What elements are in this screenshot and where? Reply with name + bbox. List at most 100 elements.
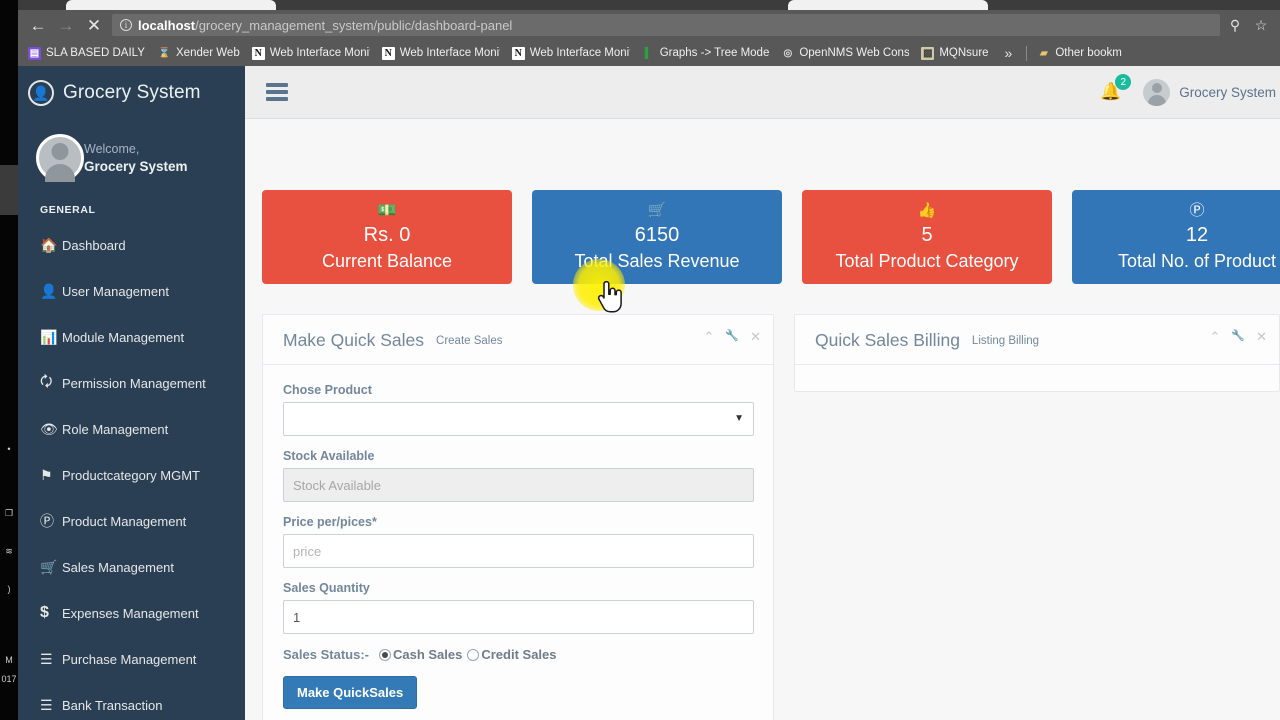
desktop-edge-line: ❐	[4, 508, 14, 518]
brand[interactable]: 👤 Grocery System	[18, 66, 245, 120]
bookmark-label: Web Interface Monit	[399, 47, 500, 59]
page-viewport: 👤 Grocery System Welcome, Grocery System	[18, 66, 1280, 720]
radio-cash-sales-label: Cash Sales	[392, 647, 463, 662]
browser-tab-strip	[18, 0, 1280, 10]
eye-icon: 👁	[40, 420, 58, 437]
panel-quick-sales-billing: Quick Sales Billing Listing Billing ⌃ 🔧 …	[794, 314, 1280, 392]
bookmark-item[interactable]: N Web Interface Monit	[506, 43, 636, 63]
panel-tools: ⌃ 🔧 ✕	[703, 329, 761, 345]
omnibox-actions: ⚲ ☆	[1222, 11, 1274, 39]
forward-icon[interactable]: →	[52, 11, 80, 39]
sidebar-item-label: Dashboard	[62, 237, 126, 253]
bookmarks-bar: ▤ SLA BASED DAILY FO ⌛ Xender Web N Web …	[18, 40, 1280, 66]
tile-value: 6150	[634, 223, 680, 246]
browser-tab-active[interactable]	[66, 0, 276, 10]
collapse-icon[interactable]: ⌃	[1209, 329, 1220, 345]
radio-cash-sales[interactable]: Cash Sales	[378, 647, 463, 662]
bookmark-item[interactable]: ▌ Graphs -> Tree Mode	[636, 43, 776, 63]
notifications-button[interactable]: 🔔 2	[1100, 74, 1132, 102]
bookmark-item[interactable]: ▤ SLA BASED DAILY FO	[22, 43, 152, 63]
sidebar-item-expenses-management[interactable]: $ Expenses Management	[18, 590, 245, 636]
screen: • ❐ ≋ ) M 017 ← → ✕ i localhost /grocery…	[0, 0, 1280, 720]
sales-quantity-input[interactable]: 1	[283, 600, 754, 634]
brand-title: Grocery System	[63, 82, 201, 103]
list-icon: ☰	[40, 650, 53, 667]
other-bookmarks-button[interactable]: ▰ Other bookm	[1031, 43, 1127, 63]
bookmark-label: Xender Web	[176, 47, 240, 59]
close-icon[interactable]: ✕	[1256, 329, 1267, 345]
bookmark-label: Web Interface Monit	[269, 47, 370, 59]
bookmark-label: OpenNMS Web Cons	[799, 47, 910, 59]
n-icon: N	[251, 46, 265, 60]
bookmark-item[interactable]: N Web Interface Monit	[376, 43, 506, 63]
tile-label: Current Balance	[321, 250, 453, 271]
bookmark-item[interactable]: ⌛ Xender Web	[152, 43, 246, 63]
sidebar-item-role-management[interactable]: 👁 Role Management	[18, 406, 245, 452]
sidebar-item-purchase-management[interactable]: ☰ Purchase Management	[18, 636, 245, 682]
sidebar-item-productcategory-mgmt[interactable]: ⚑ Productcategory MGMT	[18, 452, 245, 498]
topnav-right: 🔔 2 Grocery System	[1100, 74, 1280, 106]
close-icon[interactable]: ✕	[750, 329, 761, 345]
flag-icon: ⚑	[40, 466, 53, 483]
bookmark-label: SLA BASED DAILY FO	[46, 47, 146, 59]
stock-available-input: Stock Available	[283, 468, 754, 502]
back-icon[interactable]: ←	[24, 11, 52, 39]
star-icon[interactable]: ☆	[1248, 11, 1274, 39]
notification-badge: 2	[1115, 74, 1132, 90]
tile-total-sales-revenue[interactable]: 🛒 6150 Total Sales Revenue	[532, 190, 782, 284]
tile-total-no-of-product[interactable]: Ⓟ 12 Total No. of Product	[1072, 190, 1280, 284]
url-path: /grocery_management_system/public/dashbo…	[195, 17, 513, 33]
graph-icon: ▌	[644, 47, 652, 59]
bookmarks-overflow-icon[interactable]: »	[995, 45, 1023, 61]
bookmark-item[interactable]: ◎ OpenNMS Web Cons	[775, 43, 915, 63]
sidebar-item-bank-transaction[interactable]: ☰ Bank Transaction	[18, 682, 245, 720]
tile-total-product-category[interactable]: 👍 5 Total Product Category	[802, 190, 1052, 284]
top-navbar: 🔔 2 Grocery System	[245, 66, 1280, 119]
address-bar[interactable]: i localhost /grocery_management_system/p…	[112, 14, 1220, 36]
refresh-icon: 🗘	[40, 373, 53, 389]
sidebar-item-product-management[interactable]: Ⓟ Product Management	[18, 498, 245, 544]
desktop-edge-line: •	[7, 444, 11, 454]
sidebar-item-label: Productcategory MGMT	[62, 467, 200, 483]
sidebar-item-permission-management[interactable]: 🗘 Permission Management	[18, 360, 245, 406]
welcome-label: Welcome,	[84, 142, 140, 156]
site-info-icon[interactable]: i	[120, 19, 132, 31]
choose-product-select[interactable]: ▼	[283, 402, 754, 436]
avatar	[1143, 78, 1171, 106]
sidebar: 👤 Grocery System Welcome, Grocery System	[18, 66, 245, 720]
sidebar-item-label: Expenses Management	[62, 605, 199, 621]
bookmark-item[interactable]: ▩ MQNsure	[915, 43, 994, 63]
make-quicksales-button[interactable]: Make QuickSales	[283, 676, 418, 709]
browser-toolbar: ← → ✕ i localhost /grocery_management_sy…	[18, 10, 1280, 40]
browser-tab-other[interactable]	[788, 0, 988, 10]
panel-title: Make Quick Sales	[283, 330, 425, 350]
sidebar-profile: Welcome, Grocery System	[18, 120, 245, 194]
price-input[interactable]: price	[283, 534, 754, 568]
settings-icon[interactable]: 🔧	[1231, 329, 1245, 345]
tile-current-balance[interactable]: 💵 Rs. 0 Current Balance	[262, 190, 512, 284]
sidebar-item-user-management[interactable]: 👤 User Management	[18, 268, 245, 314]
hamburger-icon[interactable]	[266, 80, 288, 104]
search-icon[interactable]: ⚲	[1222, 11, 1248, 39]
settings-icon[interactable]: 🔧	[725, 329, 739, 345]
cart-icon: 🛒	[40, 558, 58, 575]
sidebar-item-label: Product Management	[62, 513, 187, 529]
sidebar-item-dashboard[interactable]: 🏠 Dashboard	[18, 222, 245, 268]
sidebar-item-module-management[interactable]: 📊 Module Management	[18, 314, 245, 360]
bookmark-item[interactable]: N Web Interface Monit	[246, 43, 376, 63]
user-name: Grocery System	[1179, 84, 1276, 100]
stop-icon[interactable]: ✕	[80, 11, 108, 39]
browser-window: ← → ✕ i localhost /grocery_management_sy…	[18, 0, 1280, 720]
panel-title: Quick Sales Billing	[815, 330, 960, 350]
choose-product-select-box[interactable]	[283, 402, 754, 436]
collapse-icon[interactable]: ⌃	[703, 329, 714, 345]
sidebar-item-label: Permission Management	[62, 375, 206, 391]
thumbs-up-icon: 👍	[917, 201, 937, 219]
n-icon: N	[511, 46, 525, 60]
tile-label: Total Sales Revenue	[574, 250, 740, 271]
panel-make-quick-sales: Make Quick Sales Create Sales ⌃ 🔧 ✕ Chos…	[262, 314, 774, 720]
dollar-icon: $	[40, 604, 49, 621]
user-menu[interactable]: Grocery System	[1143, 78, 1276, 106]
radio-credit-sales[interactable]: Credit Sales	[467, 647, 557, 662]
sidebar-item-sales-management[interactable]: 🛒 Sales Management	[18, 544, 245, 590]
